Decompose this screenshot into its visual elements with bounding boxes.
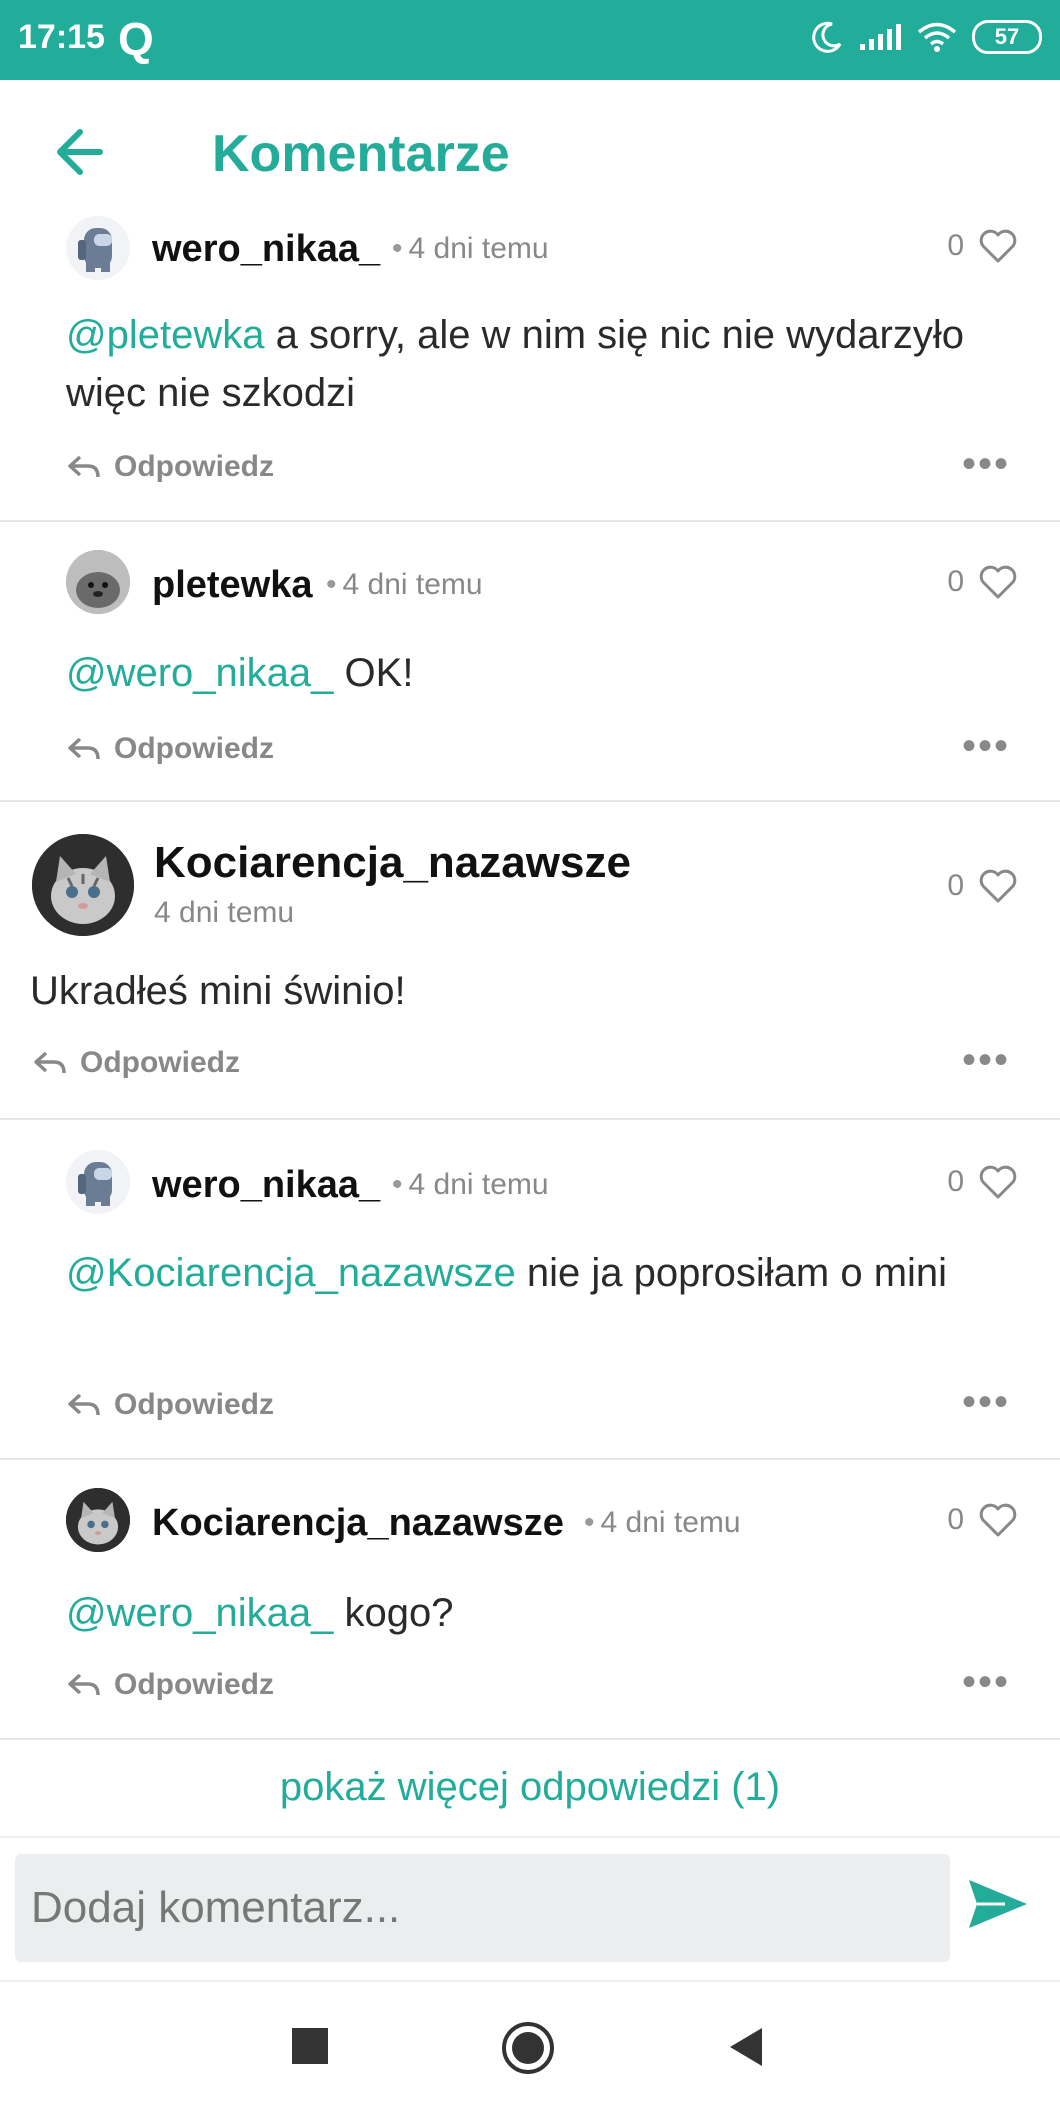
status-bar: 17:15 Q 57 xyxy=(0,0,1060,80)
reply-button[interactable]: Odpowiedz xyxy=(66,450,274,484)
reply-label: Odpowiedz xyxy=(114,450,274,483)
heart-icon xyxy=(979,229,1017,263)
comment-text: @pletewka a sorry, ale w nim się nic nie… xyxy=(66,313,964,415)
reply-icon xyxy=(68,1673,100,1696)
like-button[interactable]: 0 xyxy=(947,228,1018,264)
comment-text: Ukradłeś mini świnio! xyxy=(30,969,406,1013)
comment-reply: Kociarencja_nazawsze • 4 dni temu 0 @wero… xyxy=(0,1460,1060,1740)
reply-label: Odpowiedz xyxy=(114,1388,274,1421)
crewmate-avatar-icon xyxy=(78,228,112,272)
more-options-button[interactable]: ••• xyxy=(962,1380,1010,1425)
cat-avatar-icon xyxy=(32,834,134,936)
moon-icon xyxy=(812,21,842,53)
reply-button[interactable]: Odpowiedz xyxy=(32,1046,240,1080)
like-count: 0 xyxy=(947,1165,964,1198)
avatar[interactable] xyxy=(66,550,130,614)
comment-reply: wero_nikaa_ • 4 dni temu 0 @Kociarencja_n… xyxy=(0,1120,1060,1460)
page-title: Komentarze xyxy=(212,125,510,183)
app-notification-icon: Q xyxy=(118,13,154,65)
comment-input[interactable] xyxy=(15,1854,950,1962)
comment-time: 4 dni temu xyxy=(154,896,295,929)
wifi-icon xyxy=(917,22,957,52)
reply-button[interactable]: Odpowiedz xyxy=(66,732,274,766)
send-icon[interactable] xyxy=(965,1874,1031,1934)
like-button[interactable]: 0 xyxy=(947,1502,1018,1538)
seal-avatar-icon xyxy=(66,550,130,614)
status-icons: 57 xyxy=(810,20,1042,54)
like-count: 0 xyxy=(947,1503,964,1536)
comment-username[interactable]: wero_nikaa_ xyxy=(152,228,380,271)
cat-avatar-icon xyxy=(66,1488,130,1552)
more-options-button[interactable]: ••• xyxy=(962,1660,1010,1705)
comment-text: @Kociarencja_nazawsze nie ja poprosiłam … xyxy=(66,1251,948,1295)
avatar[interactable] xyxy=(66,1150,130,1214)
signal-icon xyxy=(860,24,901,50)
comment-time: • 4 dni temu xyxy=(392,232,549,265)
battery-icon: 57 xyxy=(972,20,1042,54)
recent-apps-icon[interactable] xyxy=(290,2026,330,2066)
reply-button[interactable]: Odpowiedz xyxy=(66,1668,274,1702)
comment-time: • 4 dni temu xyxy=(392,1168,549,1201)
arrow-left-icon[interactable] xyxy=(50,122,120,182)
comment-username[interactable]: wero_nikaa_ xyxy=(152,1164,380,1207)
reply-icon xyxy=(68,737,100,760)
header: Komentarze xyxy=(0,80,1060,210)
comment-username[interactable]: pletewka xyxy=(152,564,313,607)
comment-time: • 4 dni temu xyxy=(584,1506,741,1539)
more-options-button[interactable]: ••• xyxy=(962,724,1010,769)
like-count: 0 xyxy=(947,565,964,598)
reply-button[interactable]: Odpowiedz xyxy=(66,1388,274,1422)
avatar[interactable] xyxy=(66,216,130,280)
mention-link[interactable]: @pletewka xyxy=(66,313,264,357)
heart-icon xyxy=(979,1503,1017,1537)
more-options-button[interactable]: ••• xyxy=(962,1038,1010,1083)
comment-text: @wero_nikaa_ kogo? xyxy=(66,1591,454,1635)
mention-link[interactable]: @Kociarencja_nazawsze xyxy=(66,1251,516,1295)
show-more-replies-button[interactable]: pokaż więcej odpowiedzi (1) xyxy=(0,1742,1060,1832)
more-options-button[interactable]: ••• xyxy=(962,442,1010,487)
like-button[interactable]: 0 xyxy=(947,1164,1018,1200)
comment-input-bar xyxy=(0,1836,1060,1980)
heart-icon xyxy=(979,1165,1017,1199)
reply-icon xyxy=(68,1393,100,1416)
comment-time: • 4 dni temu xyxy=(326,568,483,601)
avatar[interactable] xyxy=(32,834,134,936)
comment-username[interactable]: Kociarencja_nazawsze xyxy=(154,838,631,888)
system-nav-bar xyxy=(0,1980,1060,2120)
reply-label: Odpowiedz xyxy=(114,1668,274,1701)
reply-icon xyxy=(34,1051,66,1074)
comment-username[interactable]: Kociarencja_nazawsze xyxy=(152,1502,564,1545)
reply-icon xyxy=(68,455,100,478)
back-nav-icon[interactable] xyxy=(726,2026,766,2068)
like-button[interactable]: 0 xyxy=(947,564,1018,600)
crewmate-avatar-icon xyxy=(78,1162,112,1206)
comment-top-level: Kociarencja_nazawsze 4 dni temu 0 Ukradł… xyxy=(0,802,1060,1120)
mention-link[interactable]: @wero_nikaa_ xyxy=(66,651,333,695)
like-count: 0 xyxy=(947,869,964,902)
home-icon[interactable] xyxy=(500,2020,556,2076)
heart-icon xyxy=(979,869,1017,903)
reply-label: Odpowiedz xyxy=(80,1046,240,1079)
mention-link[interactable]: @wero_nikaa_ xyxy=(66,1591,333,1635)
comment-reply: wero_nikaa_ • 4 dni temu 0 @pletewka a so… xyxy=(0,210,1060,522)
comment-reply: pletewka • 4 dni temu 0 @wero_nikaa_ OK! … xyxy=(0,522,1060,802)
avatar[interactable] xyxy=(66,1488,130,1552)
heart-icon xyxy=(979,565,1017,599)
reply-label: Odpowiedz xyxy=(114,732,274,765)
like-button[interactable]: 0 xyxy=(947,868,1018,904)
comment-text: @wero_nikaa_ OK! xyxy=(66,651,414,695)
status-time: 17:15 xyxy=(18,18,105,56)
like-count: 0 xyxy=(947,229,964,262)
